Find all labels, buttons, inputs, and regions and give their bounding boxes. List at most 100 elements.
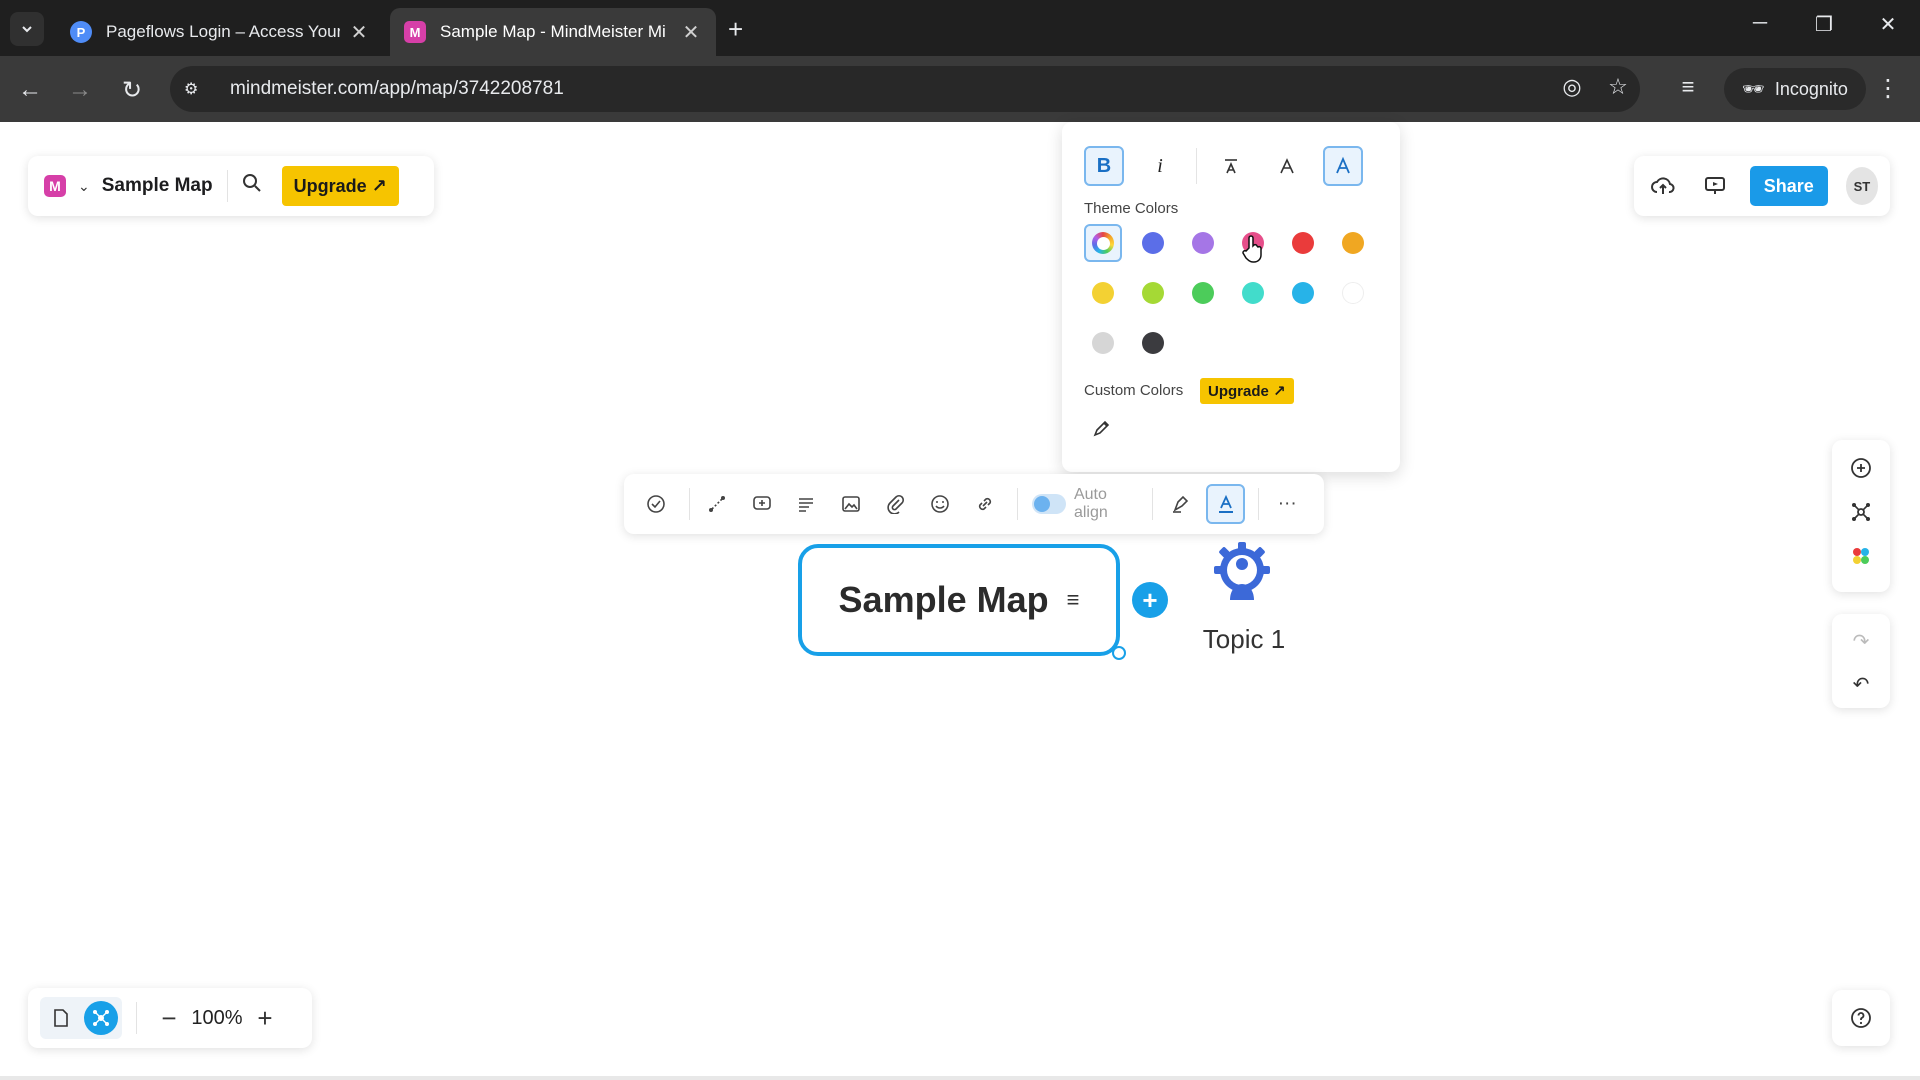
tab-pageflows[interactable]: P Pageflows Login – Access Your ✕ — [56, 8, 384, 56]
new-tab-plus-icon[interactable]: + — [728, 14, 743, 45]
bold-button[interactable]: B — [1084, 146, 1124, 186]
forward-arrow-icon[interactable]: → — [64, 74, 96, 106]
color-swatch[interactable] — [1342, 282, 1364, 304]
divider — [688, 488, 690, 520]
color-swatch[interactable] — [1192, 282, 1214, 304]
close-icon[interactable]: ✕ — [680, 20, 702, 45]
divider — [1196, 148, 1197, 184]
incognito-icon: 🕶 — [1742, 78, 1765, 99]
share-button[interactable]: Share — [1749, 166, 1828, 206]
mindmeister-logo-icon[interactable]: M — [44, 175, 66, 197]
presentation-icon[interactable] — [1698, 166, 1732, 206]
cloud-upload-icon[interactable] — [1646, 166, 1680, 206]
text-size-decrease-icon[interactable] — [1211, 146, 1251, 186]
text-color-icon[interactable] — [1323, 146, 1363, 186]
auto-align-label: Auto align — [1073, 486, 1108, 521]
zoom-in-button[interactable]: + — [247, 1003, 283, 1034]
incognito-indicator[interactable]: 🕶 Incognito — [1724, 68, 1866, 110]
connection-icon[interactable] — [698, 484, 738, 524]
image-icon[interactable] — [831, 484, 871, 524]
tab-title: Pageflows Login – Access Your — [106, 22, 340, 41]
theme-colors-label: Theme Colors — [1084, 200, 1179, 217]
window-close-icon[interactable]: ✕ — [1868, 12, 1908, 37]
color-swatch[interactable] — [1142, 282, 1164, 304]
text-color-popover: B i Theme Colors Custom Colors Upgrade ↗ — [1062, 122, 1400, 472]
star-icon[interactable]: ☆ — [1602, 74, 1634, 100]
text-size-increase-icon[interactable] — [1267, 146, 1307, 186]
media-queue-icon[interactable]: ≡ — [1672, 74, 1704, 100]
restore-icon[interactable]: ❐ — [1804, 12, 1844, 37]
incognito-label: Incognito — [1774, 78, 1848, 99]
zoom-out-button[interactable]: − — [151, 1003, 187, 1034]
attachment-icon[interactable] — [876, 484, 916, 524]
add-topic-button[interactable]: + — [1132, 582, 1168, 618]
tab-search-button[interactable] — [10, 12, 44, 46]
help-icon[interactable] — [1832, 990, 1890, 1046]
color-swatch[interactable] — [1142, 332, 1164, 354]
more-icon[interactable]: ··· — [1267, 484, 1307, 524]
resize-handle[interactable] — [1112, 646, 1126, 660]
hand-cursor-icon — [1242, 235, 1262, 263]
theme-palette-icon[interactable] — [1841, 536, 1881, 576]
custom-colors-label: Custom Colors — [1084, 382, 1184, 399]
mindmap-view-icon[interactable] — [84, 1001, 118, 1035]
child-topic-label[interactable]: Topic 1 — [1196, 624, 1292, 655]
redo-icon[interactable]: ↷ — [1841, 622, 1881, 661]
gear-person-icon — [1214, 542, 1270, 600]
color-swatch[interactable] — [1142, 232, 1164, 254]
auto-color-swatch[interactable] — [1084, 224, 1122, 262]
divider — [1017, 488, 1019, 520]
notes-icon[interactable] — [787, 484, 827, 524]
color-swatch[interactable] — [1292, 232, 1314, 254]
search-icon[interactable] — [242, 173, 262, 199]
divider — [226, 170, 228, 202]
emoji-icon[interactable] — [920, 484, 960, 524]
address-bar[interactable]: ⚙ mindmeister.com/app/map/3742208781 — [170, 66, 1640, 112]
style-brush-icon[interactable] — [1161, 484, 1201, 524]
custom-colors-upgrade-button[interactable]: Upgrade ↗ — [1200, 378, 1294, 404]
browser-tab-bar: P Pageflows Login – Access Your ✕ M Samp… — [0, 0, 1920, 56]
color-swatch[interactable] — [1092, 332, 1114, 354]
view-zoom-bar: − 100% + — [28, 988, 312, 1048]
avatar[interactable]: ST — [1845, 167, 1878, 205]
minimize-icon[interactable]: ─ — [1740, 12, 1780, 35]
upgrade-button[interactable]: Upgrade ↗ — [281, 166, 399, 206]
browser-menu-icon[interactable]: ⋮ — [1876, 74, 1900, 103]
side-tools — [1832, 440, 1890, 592]
node-toolbar: Auto align ··· — [624, 474, 1324, 534]
text-color-button[interactable] — [1205, 484, 1246, 524]
site-settings-icon[interactable]: ⚙ — [184, 79, 214, 99]
zoom-level[interactable]: 100% — [187, 1007, 247, 1030]
color-swatch[interactable] — [1092, 282, 1114, 304]
color-swatch[interactable] — [1342, 232, 1364, 254]
undo-icon[interactable]: ↶ — [1841, 665, 1881, 704]
italic-button[interactable]: i — [1140, 146, 1180, 186]
color-ring-icon — [1092, 232, 1114, 254]
eye-off-icon[interactable]: ◎ — [1556, 74, 1588, 100]
chevron-down-icon[interactable]: ⌄ — [78, 178, 90, 195]
color-swatch[interactable] — [1242, 282, 1264, 304]
bottom-strip — [0, 1076, 1920, 1080]
close-icon[interactable]: ✕ — [348, 20, 370, 45]
auto-align-toggle[interactable] — [1032, 494, 1066, 514]
chevron-down-icon — [22, 26, 32, 33]
outline-view-icon[interactable] — [44, 1001, 78, 1035]
add-circle-icon[interactable] — [1841, 448, 1881, 488]
back-arrow-icon[interactable]: ← — [14, 74, 46, 106]
eyedropper-icon[interactable] — [1092, 418, 1112, 443]
map-layout-icon[interactable] — [1841, 492, 1881, 532]
root-topic-node[interactable]: Sample Map ≡ — [798, 544, 1120, 656]
task-check-icon[interactable] — [636, 484, 676, 524]
browser-toolbar: ← → ↻ ⚙ mindmeister.com/app/map/37422087… — [0, 56, 1920, 122]
color-swatch[interactable] — [1192, 232, 1214, 254]
reload-icon[interactable]: ↻ — [116, 74, 148, 106]
link-icon[interactable] — [965, 484, 1005, 524]
view-switcher — [40, 997, 122, 1039]
comment-icon[interactable] — [742, 484, 782, 524]
divider — [136, 1002, 137, 1034]
note-indicator-icon[interactable]: ≡ — [1067, 587, 1080, 613]
map-header-card: M ⌄ Sample Map Upgrade ↗ — [28, 156, 434, 216]
color-swatch[interactable] — [1292, 282, 1314, 304]
map-title[interactable]: Sample Map — [102, 175, 213, 197]
tab-mindmeister[interactable]: M Sample Map - MindMeister Mi ✕ — [390, 8, 716, 56]
